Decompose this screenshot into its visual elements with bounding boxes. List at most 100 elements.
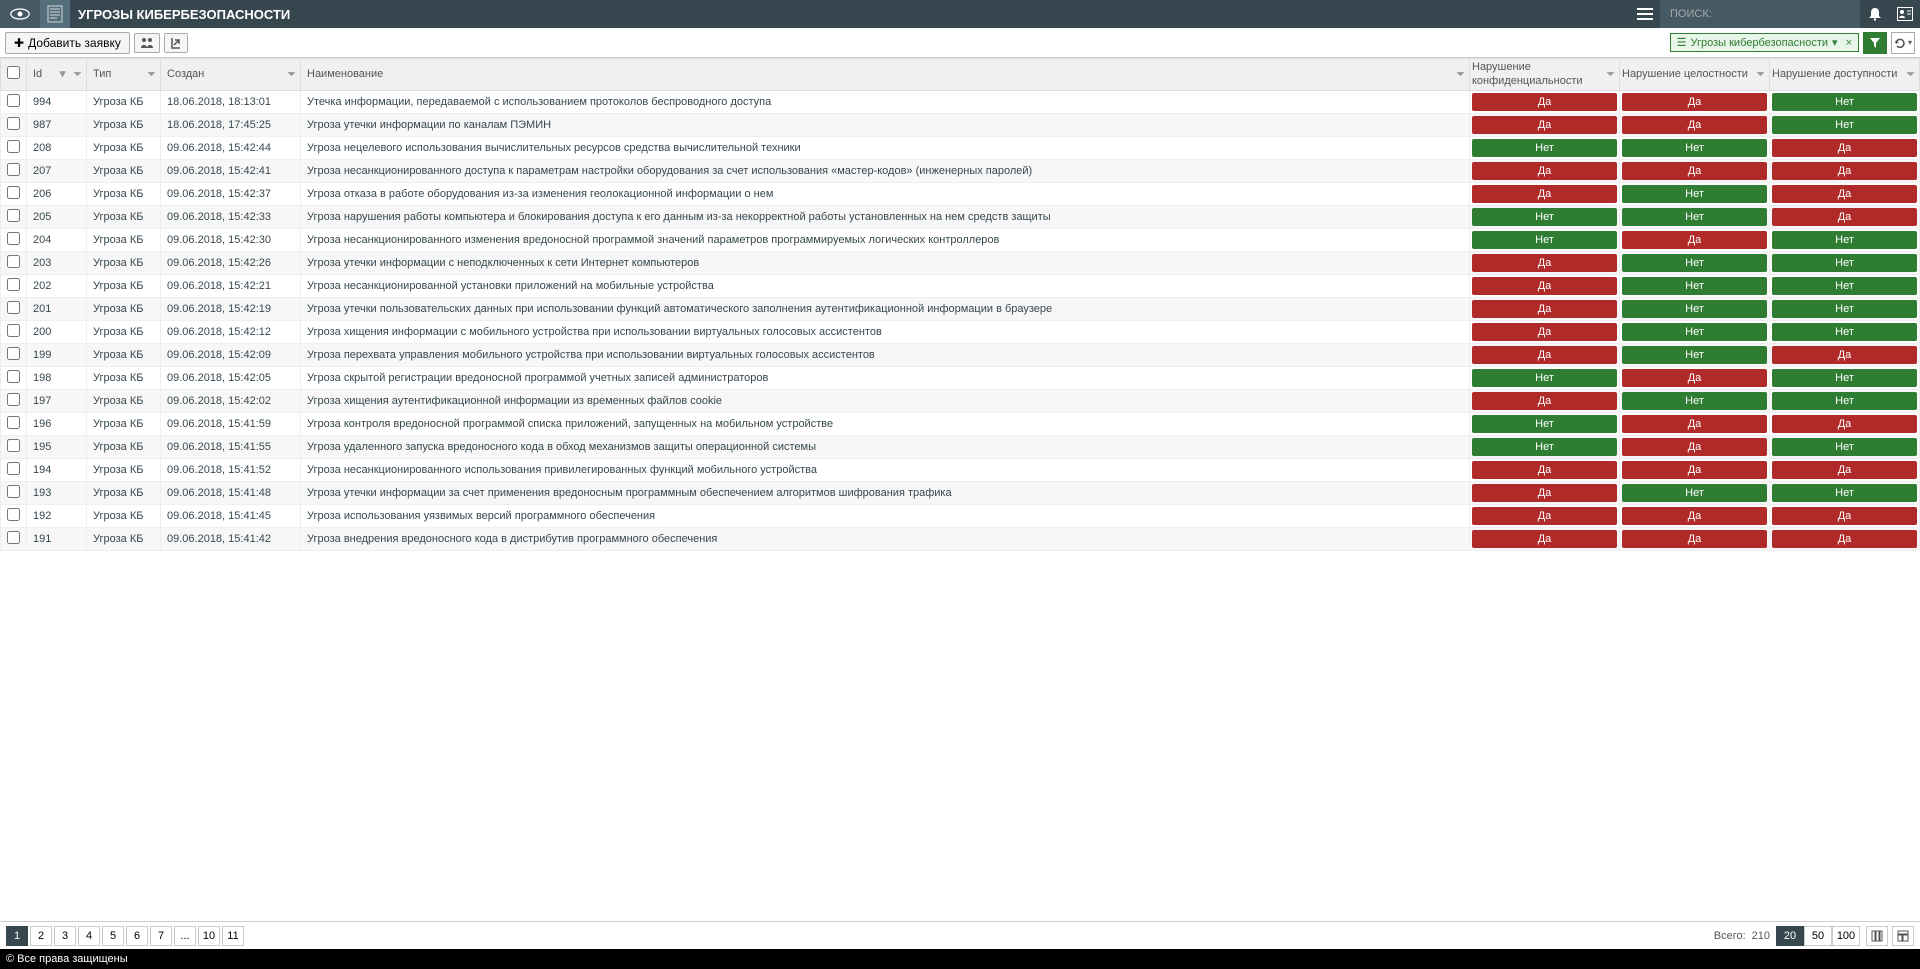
row-checkbox-cell[interactable] [1, 321, 27, 344]
row-checkbox[interactable] [7, 209, 20, 222]
group-button[interactable] [134, 33, 160, 53]
filter-icon[interactable]: ⏷ [1606, 68, 1615, 81]
page-button[interactable]: 3 [54, 926, 76, 946]
row-checkbox-cell[interactable] [1, 390, 27, 413]
select-all-checkbox[interactable] [7, 66, 20, 79]
refresh-button[interactable]: ▾ [1891, 32, 1915, 54]
row-checkbox[interactable] [7, 301, 20, 314]
table-row[interactable]: 205Угроза КБ09.06.2018, 15:42:33Угроза н… [1, 206, 1920, 229]
app-logo[interactable] [0, 0, 40, 28]
page-button[interactable]: 10 [198, 926, 220, 946]
row-checkbox[interactable] [7, 393, 20, 406]
filter-icon[interactable]: ⏷ [1456, 68, 1465, 81]
header-id[interactable]: Id▼⏷ [27, 59, 87, 91]
row-checkbox[interactable] [7, 508, 20, 521]
table-row[interactable]: 207Угроза КБ09.06.2018, 15:42:41Угроза н… [1, 160, 1920, 183]
row-checkbox-cell[interactable] [1, 459, 27, 482]
table-row[interactable]: 204Угроза КБ09.06.2018, 15:42:30Угроза н… [1, 229, 1920, 252]
page-button[interactable]: 5 [102, 926, 124, 946]
table-row[interactable]: 208Угроза КБ09.06.2018, 15:42:44Угроза н… [1, 137, 1920, 160]
row-checkbox[interactable] [7, 186, 20, 199]
page-button[interactable]: 1 [6, 926, 28, 946]
filter-icon[interactable]: ⏷ [1906, 68, 1915, 81]
row-checkbox[interactable] [7, 278, 20, 291]
row-checkbox[interactable] [7, 416, 20, 429]
filter-icon[interactable]: ⏷ [287, 68, 296, 81]
page-size-button[interactable]: 100 [1832, 926, 1860, 946]
row-checkbox-cell[interactable] [1, 206, 27, 229]
table-row[interactable]: 192Угроза КБ09.06.2018, 15:41:45Угроза и… [1, 505, 1920, 528]
table-row[interactable]: 199Угроза КБ09.06.2018, 15:42:09Угроза п… [1, 344, 1920, 367]
row-checkbox-cell[interactable] [1, 298, 27, 321]
row-checkbox[interactable] [7, 232, 20, 245]
table-row[interactable]: 994Угроза КБ18.06.2018, 18:13:01Утечка и… [1, 91, 1920, 114]
row-checkbox-cell[interactable] [1, 114, 27, 137]
layout-config-button[interactable] [1892, 926, 1914, 946]
header-type[interactable]: Тип⏷ [87, 59, 161, 91]
row-checkbox-cell[interactable] [1, 528, 27, 551]
row-checkbox[interactable] [7, 163, 20, 176]
columns-config-button[interactable] [1866, 926, 1888, 946]
table-row[interactable]: 195Угроза КБ09.06.2018, 15:41:55Угроза у… [1, 436, 1920, 459]
table-row[interactable]: 200Угроза КБ09.06.2018, 15:42:12Угроза х… [1, 321, 1920, 344]
table-row[interactable]: 196Угроза КБ09.06.2018, 15:41:59Угроза к… [1, 413, 1920, 436]
filter-icon[interactable]: ⏷ [1756, 68, 1765, 81]
page-button[interactable]: 2 [30, 926, 52, 946]
filter-toggle-button[interactable] [1863, 32, 1887, 54]
header-menu-button[interactable] [1630, 0, 1660, 28]
close-view-button[interactable]: × [1846, 37, 1852, 49]
table-row[interactable]: 197Угроза КБ09.06.2018, 15:42:02Угроза х… [1, 390, 1920, 413]
header-integrity[interactable]: Нарушение целостности⏷ [1620, 59, 1770, 91]
table-row[interactable]: 203Угроза КБ09.06.2018, 15:42:26Угроза у… [1, 252, 1920, 275]
row-checkbox[interactable] [7, 485, 20, 498]
table-row[interactable]: 987Угроза КБ18.06.2018, 17:45:25Угроза у… [1, 114, 1920, 137]
row-checkbox-cell[interactable] [1, 436, 27, 459]
search-input[interactable] [1660, 0, 1860, 28]
row-checkbox[interactable] [7, 117, 20, 130]
export-button[interactable] [164, 33, 188, 53]
row-checkbox[interactable] [7, 439, 20, 452]
header-name[interactable]: Наименование⏷ [301, 59, 1470, 91]
filter-icon[interactable]: ⏷ [147, 68, 156, 81]
header-created[interactable]: Создан⏷ [161, 59, 301, 91]
row-checkbox-cell[interactable] [1, 160, 27, 183]
page-size-button[interactable]: 20 [1776, 926, 1804, 946]
row-checkbox-cell[interactable] [1, 137, 27, 160]
table-row[interactable]: 202Угроза КБ09.06.2018, 15:42:21Угроза н… [1, 275, 1920, 298]
table-row[interactable]: 191Угроза КБ09.06.2018, 15:41:42Угроза в… [1, 528, 1920, 551]
header-availability[interactable]: Нарушение доступности⏷ [1770, 59, 1920, 91]
row-checkbox-cell[interactable] [1, 229, 27, 252]
table-row[interactable]: 193Угроза КБ09.06.2018, 15:41:48Угроза у… [1, 482, 1920, 505]
table-row[interactable]: 194Угроза КБ09.06.2018, 15:41:52Угроза н… [1, 459, 1920, 482]
row-checkbox[interactable] [7, 531, 20, 544]
page-size-button[interactable]: 50 [1804, 926, 1832, 946]
table-row[interactable]: 201Угроза КБ09.06.2018, 15:42:19Угроза у… [1, 298, 1920, 321]
row-checkbox[interactable] [7, 370, 20, 383]
row-checkbox-cell[interactable] [1, 275, 27, 298]
table-row[interactable]: 198Угроза КБ09.06.2018, 15:42:05Угроза с… [1, 367, 1920, 390]
header-checkbox[interactable] [1, 59, 27, 91]
row-checkbox[interactable] [7, 462, 20, 475]
row-checkbox[interactable] [7, 94, 20, 107]
user-profile-button[interactable] [1890, 0, 1920, 28]
row-checkbox-cell[interactable] [1, 91, 27, 114]
current-view-pill[interactable]: ☰ Угрозы кибербезопасности ▾ × [1670, 33, 1859, 52]
page-button[interactable]: 4 [78, 926, 100, 946]
row-checkbox-cell[interactable] [1, 344, 27, 367]
row-checkbox-cell[interactable] [1, 252, 27, 275]
row-checkbox-cell[interactable] [1, 367, 27, 390]
row-checkbox[interactable] [7, 140, 20, 153]
filter-icon[interactable]: ⏷ [73, 68, 82, 81]
row-checkbox-cell[interactable] [1, 183, 27, 206]
row-checkbox-cell[interactable] [1, 505, 27, 528]
row-checkbox-cell[interactable] [1, 413, 27, 436]
add-request-button[interactable]: ✚ Добавить заявку [5, 32, 130, 54]
page-button[interactable]: 7 [150, 926, 172, 946]
page-button[interactable]: 11 [222, 926, 244, 946]
notifications-button[interactable] [1860, 0, 1890, 28]
row-checkbox[interactable] [7, 255, 20, 268]
page-button[interactable]: ... [174, 926, 196, 946]
header-confidentiality[interactable]: Нарушение конфиденциальности⏷ [1470, 59, 1620, 91]
row-checkbox-cell[interactable] [1, 482, 27, 505]
row-checkbox[interactable] [7, 347, 20, 360]
